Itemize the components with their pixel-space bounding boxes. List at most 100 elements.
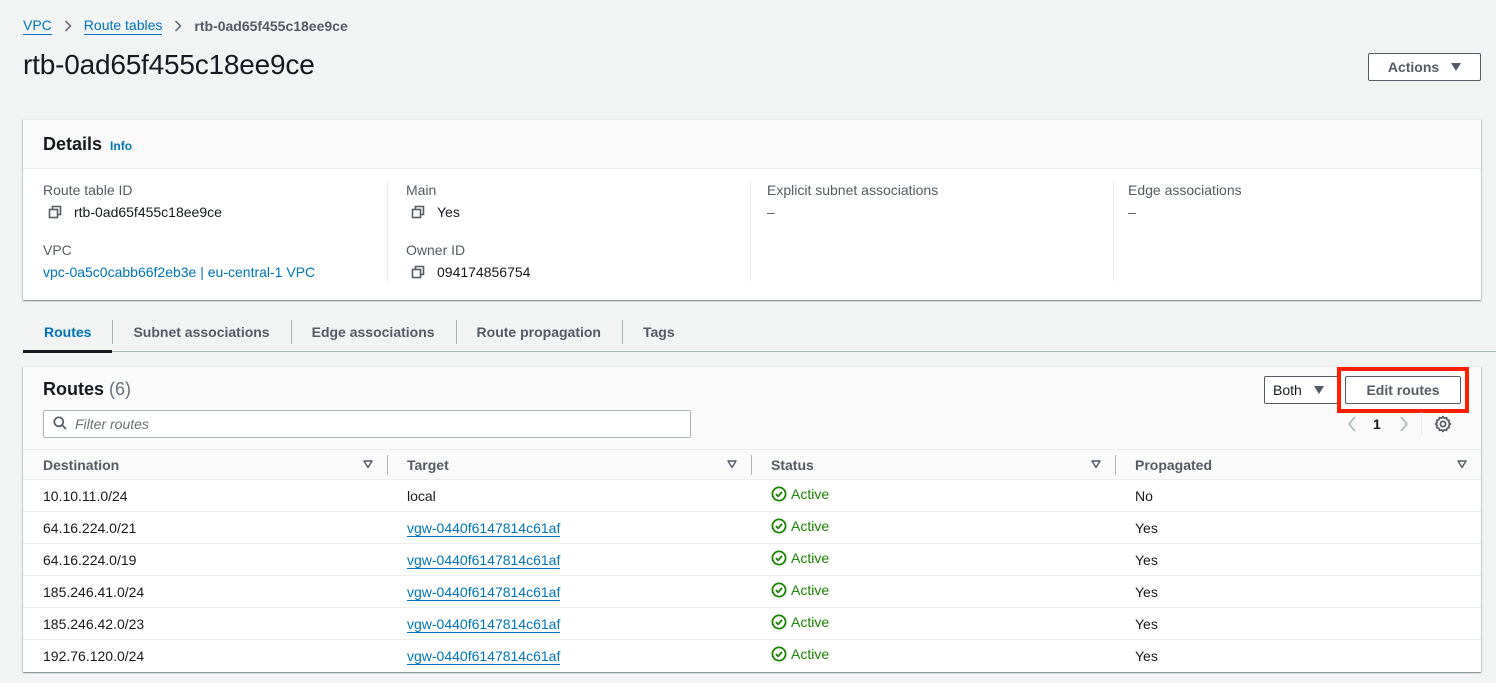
gear-icon[interactable]	[1434, 415, 1452, 433]
routes-count: (6)	[109, 379, 132, 399]
status-cell: Active	[751, 640, 1115, 672]
table-row: 185.246.42.0/23 vgw-0440f6147814c61af Acti…	[23, 607, 1481, 640]
copy-icon[interactable]	[411, 205, 425, 219]
table-row: 10.10.11.0/24 local Active No	[23, 479, 1481, 512]
column-header-target[interactable]: Target	[387, 449, 751, 480]
status-success-icon	[771, 550, 787, 566]
explicit-subnet-associations-value: –	[767, 204, 775, 220]
destination-cell: 185.246.41.0/24	[23, 575, 387, 608]
sort-icon[interactable]	[1091, 459, 1101, 469]
previous-page-icon[interactable]	[1343, 415, 1361, 433]
target-cell: vgw-0440f6147814c61af	[387, 511, 751, 544]
route-table-id-label: Route table ID	[43, 182, 133, 198]
status-cell: Active	[751, 479, 1115, 512]
route-table-id-value: rtb-0ad65f455c18ee9ce	[74, 204, 222, 220]
status-badge: Active	[771, 646, 829, 662]
sort-icon[interactable]	[363, 459, 373, 469]
main-field: Main Yes	[406, 181, 750, 221]
column-header-status[interactable]: Status	[751, 449, 1115, 480]
tab-route-propagation[interactable]: Route propagation	[455, 316, 622, 351]
main-label: Main	[406, 182, 437, 198]
destination-cell: 192.76.120.0/24	[43, 647, 145, 664]
table-row: 64.16.224.0/19 vgw-0440f6147814c61af Activ…	[23, 543, 1481, 576]
search-icon	[53, 415, 67, 433]
status-text: Active	[791, 550, 830, 566]
status-badge: Active	[771, 614, 829, 630]
column-header-destination[interactable]: Destination	[23, 449, 387, 480]
propagated-cell: No	[1115, 479, 1481, 512]
destination-cell: 185.246.42.0/23	[23, 607, 387, 640]
chevron-right-icon	[174, 20, 183, 32]
target-cell: vgw-0440f6147814c61af	[387, 607, 751, 640]
target-cell: vgw-0440f6147814c61af	[387, 640, 751, 672]
details-title: Details	[43, 133, 103, 154]
status-badge: Active	[771, 486, 829, 502]
vpc-label: VPC	[43, 242, 72, 258]
vpc-link[interactable]: vpc-0a5c0cabb66f2eb3e | eu-central-1 VPC	[43, 263, 315, 281]
tab-tags[interactable]: Tags	[621, 316, 696, 351]
chevron-right-icon	[64, 20, 72, 32]
breadcrumb-route-tables[interactable]: Route tables	[83, 17, 163, 35]
sort-icon[interactable]	[727, 459, 737, 469]
tab-subnet-associations[interactable]: Subnet associations	[112, 316, 290, 351]
status-success-icon	[771, 582, 787, 598]
propagated-cell: Yes	[1115, 543, 1481, 576]
owner-id-field: Owner ID 094174856754	[406, 241, 750, 281]
tab-edge-associations[interactable]: Edge associations	[290, 316, 456, 351]
edge-associations-value: –	[1128, 204, 1136, 220]
caret-down-icon	[1313, 386, 1324, 394]
explicit-subnet-associations-label: Explicit subnet associations	[767, 182, 939, 198]
target-text: local	[407, 487, 436, 504]
table-row: 64.16.224.0/21 vgw-0440f6147814c61af Activ…	[23, 511, 1481, 544]
table-row: 192.76.120.0/24 vgw-0440f6147814c61af Acti…	[23, 640, 1481, 672]
routes-table-body: 10.10.11.0/24 local Active No 64.16.224.0/21…	[23, 479, 1481, 672]
target-cell: vgw-0440f6147814c61af	[387, 575, 751, 608]
propagated-cell: Yes	[1115, 511, 1481, 544]
column-header-propagated[interactable]: Propagated	[1115, 449, 1481, 480]
status-text: Active	[791, 614, 830, 630]
propagated-cell: Yes	[1115, 607, 1481, 640]
route-type-select[interactable]: Both	[1264, 376, 1338, 404]
filter-routes-field[interactable]	[43, 410, 691, 438]
target-link[interactable]: vgw-0440f6147814c61af	[407, 551, 561, 569]
info-link[interactable]: Info	[110, 139, 132, 153]
details-column-1: Route table ID rtb-0ad65f455c18ee9ce VPC…	[23, 181, 387, 300]
edit-routes-button[interactable]: Edit routes	[1345, 376, 1461, 404]
status-success-icon	[771, 646, 787, 662]
page-number[interactable]: 1	[1373, 416, 1381, 432]
tab-routes[interactable]: Routes	[23, 316, 113, 353]
column-header-status-label: Status	[771, 456, 814, 473]
column-header-destination-label: Destination	[43, 456, 120, 473]
target-link[interactable]: vgw-0440f6147814c61af	[407, 519, 561, 537]
sort-icon[interactable]	[1457, 459, 1467, 469]
propagated-cell: Yes	[1135, 647, 1158, 664]
actions-label: Actions	[1387, 59, 1440, 75]
destination-cell: 64.16.224.0/19	[23, 543, 387, 576]
details-column-4: Edge associations –	[1113, 181, 1481, 300]
tab-list: Routes Subnet associations Edge associat…	[23, 316, 1496, 353]
actions-button[interactable]: Actions	[1368, 53, 1481, 81]
owner-id-value: 094174856754	[437, 264, 531, 280]
filter-routes-input[interactable]	[75, 416, 635, 432]
target-link[interactable]: vgw-0440f6147814c61af	[407, 647, 561, 665]
main-value: Yes	[437, 204, 460, 220]
details-panel: Details Info Route table ID rtb-0ad65f45…	[23, 119, 1481, 300]
routes-title: Routes (6)	[43, 379, 131, 400]
status-badge: Active	[771, 550, 829, 566]
target-link[interactable]: vgw-0440f6147814c61af	[407, 615, 561, 633]
edge-associations-label: Edge associations	[1128, 182, 1242, 198]
breadcrumb-vpc[interactable]: VPC	[23, 17, 52, 35]
status-text: Active	[791, 646, 830, 663]
routes-title-text: Routes	[43, 379, 105, 399]
routes-table: Destination Target Status Propagated 10.…	[23, 449, 1481, 672]
target-link[interactable]: vgw-0440f6147814c61af	[407, 583, 561, 601]
copy-icon[interactable]	[411, 265, 425, 279]
destination-cell: 64.16.224.0/21	[23, 511, 387, 544]
edge-associations-field: Edge associations –	[1128, 181, 1481, 221]
propagated-cell: Yes	[1115, 575, 1481, 608]
status-success-icon	[771, 518, 787, 534]
copy-icon[interactable]	[48, 205, 62, 219]
page-title: rtb-0ad65f455c18ee9ce	[23, 49, 315, 80]
status-cell: Active	[751, 543, 1115, 576]
next-page-icon[interactable]	[1395, 415, 1413, 433]
